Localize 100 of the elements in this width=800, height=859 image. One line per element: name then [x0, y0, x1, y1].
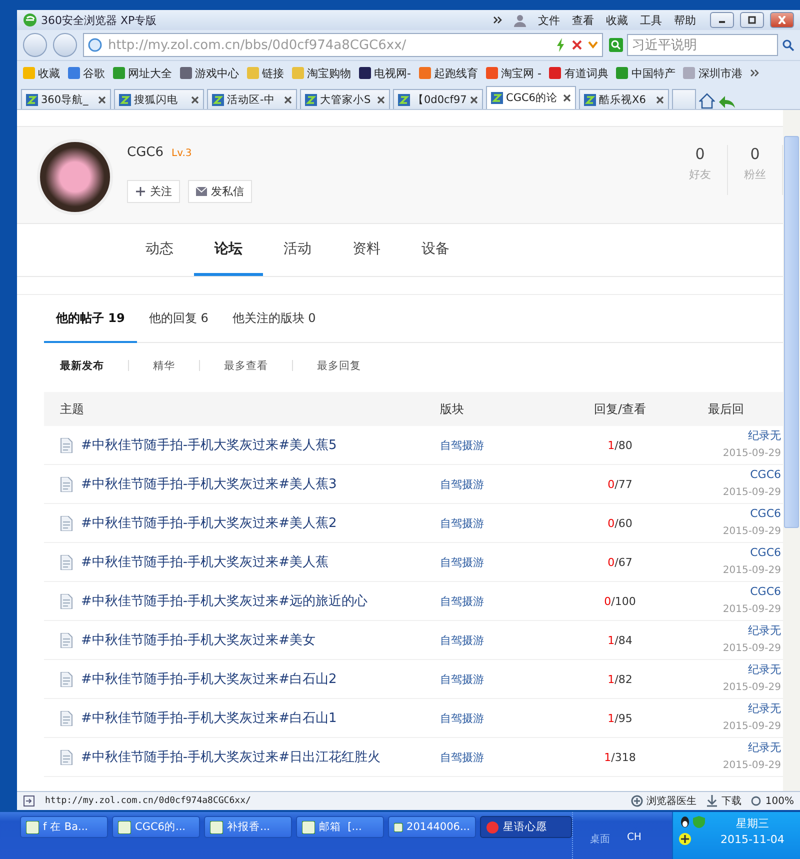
bookmark-link[interactable]: 游戏中心: [180, 66, 239, 80]
last-reply-user[interactable]: CGC6: [750, 507, 781, 522]
post-title-link[interactable]: #中秋佳节随手拍-手机大奖灰过来#美人蕉5: [81, 436, 337, 454]
board-link[interactable]: 自驾摄游: [440, 594, 484, 608]
taskbar-button[interactable]: f 在 Ba...: [20, 816, 108, 838]
last-reply-user[interactable]: 纪录无: [748, 624, 781, 638]
sort-link[interactable]: 精华: [153, 358, 175, 372]
plus-circle-icon[interactable]: [678, 833, 691, 845]
profile-tab[interactable]: 设备: [401, 224, 470, 276]
chevron-icon[interactable]: [493, 16, 502, 24]
bookmark-link[interactable]: 谷歌: [68, 66, 105, 80]
board-link[interactable]: 自驾摄游: [440, 712, 484, 724]
profile-tab[interactable]: 活动: [263, 224, 332, 276]
maximize-button[interactable]: [740, 12, 764, 28]
status-item[interactable]: 浏览器医生: [631, 794, 696, 808]
close-button[interactable]: [770, 12, 794, 28]
board-link[interactable]: 自驾摄游: [440, 556, 484, 568]
post-title-link[interactable]: #中秋佳节随手拍-手机大奖灰过来#日出江花红胜火: [81, 748, 380, 766]
last-reply-user[interactable]: 纪录无: [748, 663, 781, 678]
sort-link[interactable]: 最多回复: [317, 358, 361, 372]
taskbar-button[interactable]: 邮箱 [...: [296, 816, 384, 838]
browser-tab[interactable]: 【0d0cf97: [393, 89, 483, 109]
menu-item[interactable]: 查看: [572, 12, 594, 28]
board-link[interactable]: 自驾摄游: [440, 516, 484, 530]
bookmark-link[interactable]: 链接: [247, 66, 284, 80]
post-title-link[interactable]: #中秋佳节随手拍-手机大奖灰过来#远的旅近的心: [81, 592, 368, 610]
browser-tab[interactable]: CGC6的论: [486, 86, 576, 109]
last-reply-user[interactable]: 纪录无: [748, 429, 781, 444]
browser-tab[interactable]: 活动区-中: [207, 89, 297, 109]
profile-tab[interactable]: 动态: [125, 224, 194, 276]
board-link[interactable]: 自驾摄游: [440, 478, 484, 490]
taskbar-button[interactable]: 星语心愿: [480, 816, 572, 838]
penguin-icon[interactable]: [678, 816, 691, 828]
reply-view-count: 1/95: [608, 712, 632, 724]
browser-tab[interactable]: 360导航_: [21, 89, 111, 109]
close-tab-icon[interactable]: [470, 96, 478, 104]
close-tab-icon[interactable]: [98, 96, 106, 104]
app-icon: [118, 820, 131, 834]
bookmark-icon: [486, 67, 498, 79]
search-field[interactable]: 习近平说明: [627, 34, 778, 56]
last-reply-user[interactable]: CGC6: [750, 468, 781, 482]
minimize-button[interactable]: [710, 12, 734, 28]
post-title-link[interactable]: #中秋佳节随手拍-手机大奖灰过来#白石山2: [81, 670, 337, 688]
chevron-icon[interactable]: [750, 69, 760, 77]
bookmark-link[interactable]: 起跑线育: [418, 66, 478, 80]
post-title-link[interactable]: #中秋佳节随手拍-手机大奖灰过来#美人蕉3: [81, 475, 337, 493]
browser-tab[interactable]: 搜狐闪电: [114, 89, 204, 109]
posts-tab[interactable]: 他的帖子 19: [44, 295, 137, 343]
back-arrow-icon[interactable]: [718, 95, 736, 109]
stop-icon[interactable]: [572, 40, 582, 50]
dropdown-icon[interactable]: [588, 41, 598, 49]
last-reply-user[interactable]: 纪录无: [748, 741, 781, 756]
close-tab-icon[interactable]: [563, 94, 571, 102]
taskbar-button[interactable]: 20144006...: [388, 816, 476, 838]
bookmark-link[interactable]: 电视网-: [359, 66, 411, 80]
search-icon[interactable]: [782, 39, 794, 51]
board-link[interactable]: 自驾摄游: [440, 438, 484, 452]
sort-link[interactable]: 最多查看: [224, 358, 268, 372]
post-title-link[interactable]: #中秋佳节随手拍-手机大奖灰过来#白石山1: [81, 709, 337, 727]
taskbar-button[interactable]: CGC6的...: [112, 816, 200, 838]
show-desktop-button[interactable]: 桌面: [572, 812, 627, 859]
sort-link[interactable]: 最新发布: [60, 358, 104, 372]
board-link[interactable]: 自驾摄游: [440, 672, 484, 686]
post-title-link[interactable]: #中秋佳节随手拍-手机大奖灰过来#美女: [81, 631, 316, 649]
posts-tab[interactable]: 他的回复 6: [136, 295, 220, 343]
close-tab-icon[interactable]: [191, 96, 199, 104]
board-link[interactable]: 自驾摄游: [440, 750, 484, 764]
menu-item[interactable]: 工具: [640, 12, 662, 28]
last-reply-user[interactable]: CGC6: [750, 546, 781, 560]
menu-item[interactable]: 文件: [538, 12, 560, 28]
menu-item[interactable]: 帮助: [674, 12, 696, 28]
close-tab-icon[interactable]: [656, 96, 664, 104]
taskbar-button[interactable]: 补报香...: [204, 816, 292, 838]
bookmark-link[interactable]: 淘宝购物: [292, 66, 351, 80]
profile-tab[interactable]: 资料: [332, 224, 401, 276]
bookmark-link[interactable]: 中国特产: [616, 66, 676, 80]
message-button[interactable]: 发私信: [188, 180, 252, 203]
bookmark-link[interactable]: 网址大全: [113, 66, 172, 80]
menu-item[interactable]: 收藏: [606, 12, 628, 28]
site-icon: [119, 94, 131, 106]
home-icon[interactable]: [699, 93, 715, 109]
last-reply-user[interactable]: CGC6: [750, 585, 781, 600]
board-link[interactable]: 自驾摄游: [440, 634, 484, 646]
bookmark-link[interactable]: 淘宝网 -: [486, 66, 542, 80]
post-title-link[interactable]: #中秋佳节随手拍-手机大奖灰过来#美人蕉: [81, 553, 328, 571]
bookmark-link[interactable]: 深圳市港: [683, 66, 742, 80]
status-item[interactable]: 下载: [706, 794, 742, 808]
last-reply-user[interactable]: 纪录无: [748, 702, 781, 716]
bookmark-link[interactable]: 收藏: [23, 66, 60, 80]
post-title-link[interactable]: #中秋佳节随手拍-手机大奖灰过来#美人蕉2: [81, 514, 337, 532]
follow-button[interactable]: 关注: [127, 180, 180, 203]
zoom-level[interactable]: 100%: [751, 796, 794, 806]
posts-tab[interactable]: 他关注的版块 0: [220, 295, 328, 343]
close-tab-icon[interactable]: [284, 96, 292, 104]
user-icon[interactable]: [514, 14, 526, 26]
close-tab-icon[interactable]: [377, 96, 385, 104]
language-indicator[interactable]: CH: [626, 812, 672, 859]
browser-tab[interactable]: 大管家小S: [300, 89, 390, 109]
browser-tab[interactable]: 酷乐视X6: [579, 89, 669, 109]
bookmark-link[interactable]: 有道词典: [549, 66, 608, 80]
